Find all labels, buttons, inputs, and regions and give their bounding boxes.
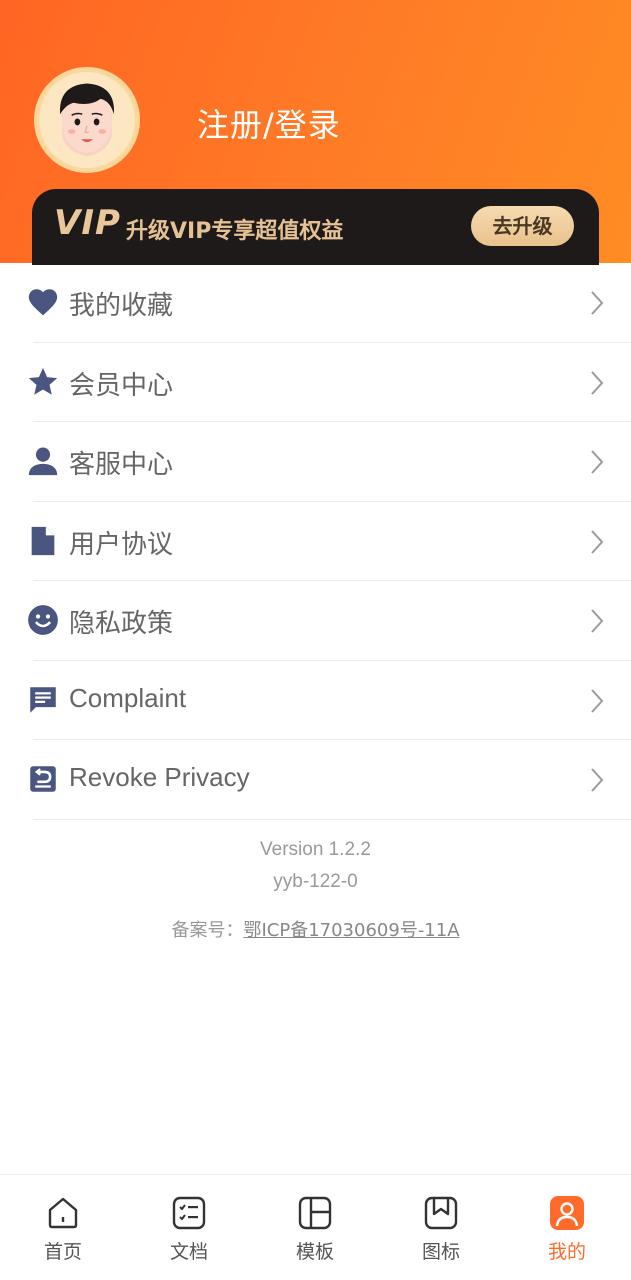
tab-label: 图标 <box>421 1241 460 1263</box>
tab-home[interactable]: 首页 <box>0 1175 126 1280</box>
upgrade-button[interactable]: 去升级 <box>471 206 574 246</box>
chat-icon <box>26 683 60 717</box>
menu-item-label: 用户协议 <box>69 528 174 559</box>
build-text: yyb-122-0 <box>273 871 358 892</box>
menu-item-label: 我的收藏 <box>69 290 174 320</box>
chevron-right-icon <box>588 687 606 715</box>
bottom-tab-bar: 首页 文档 模板 图标 我的 <box>0 1174 631 1280</box>
icp-prefix: 备案号： <box>171 920 244 941</box>
menu-item-label: Revoke Privacy <box>69 762 250 792</box>
vip-upgrade-banner[interactable]: VIP 升级VIP专享超值权益 去升级 <box>32 189 599 265</box>
chevron-right-icon <box>588 607 606 635</box>
menu-item-customer-service[interactable]: 客服中心 <box>0 422 631 502</box>
vip-promo-text: 升级VIP专享超值权益 <box>126 219 344 244</box>
tab-label: 我的 <box>547 1241 586 1263</box>
document-list-icon <box>171 1195 207 1231</box>
login-register-link[interactable]: 注册/登录 <box>197 100 341 146</box>
menu-item-privacy-policy[interactable]: 隐私政策 <box>0 581 631 661</box>
menu-item-favorites[interactable]: 我的收藏 <box>0 263 631 343</box>
profile-icon <box>549 1195 585 1231</box>
menu-item-label: Complaint <box>69 682 187 713</box>
chevron-right-icon <box>588 289 606 317</box>
document-icon <box>26 524 60 558</box>
settings-menu: 我的收藏 会员中心 客服中心 用户协议 隐私政策 Complaint Revok… <box>0 263 631 820</box>
vip-logo: VIP <box>54 203 121 243</box>
star-icon <box>26 365 60 399</box>
smiley-icon <box>26 603 60 637</box>
menu-item-revoke-privacy[interactable]: Revoke Privacy <box>0 740 631 820</box>
menu-item-label: 会员中心 <box>69 369 174 400</box>
tab-icons[interactable]: 图标 <box>378 1175 504 1280</box>
version-text: Version 1.2.2 <box>260 839 371 860</box>
icp-link[interactable]: 鄂ICP备17030609号-11A <box>243 920 459 941</box>
chevron-right-icon <box>588 369 606 397</box>
menu-item-user-agreement[interactable]: 用户协议 <box>0 502 631 582</box>
profile-header: 注册/登录 VIP 升级VIP专享超值权益 去升级 <box>0 0 631 265</box>
tab-documents[interactable]: 文档 <box>126 1175 252 1280</box>
template-icon <box>297 1195 333 1231</box>
tab-templates[interactable]: 模板 <box>252 1175 378 1280</box>
menu-item-label: 隐私政策 <box>69 608 174 638</box>
tab-label: 首页 <box>43 1241 82 1263</box>
chevron-right-icon <box>588 528 606 556</box>
avatar[interactable] <box>34 67 140 173</box>
avatar-face-icon <box>39 72 135 168</box>
revoke-icon <box>26 762 60 796</box>
menu-item-membership[interactable]: 会员中心 <box>0 343 631 423</box>
tab-profile[interactable]: 我的 <box>504 1175 630 1280</box>
tab-label: 文档 <box>169 1241 208 1263</box>
menu-item-label: 客服中心 <box>69 449 174 479</box>
chevron-right-icon <box>588 766 606 794</box>
chevron-right-icon <box>588 448 606 476</box>
menu-item-complaint[interactable]: Complaint <box>0 661 631 741</box>
home-icon <box>45 1195 81 1231</box>
icp-record: 备案号：鄂ICP备17030609号-11A <box>0 916 631 942</box>
tab-label: 模板 <box>295 1241 334 1263</box>
person-icon <box>26 444 60 478</box>
heart-icon <box>26 285 60 319</box>
bookmark-icon <box>423 1195 459 1231</box>
